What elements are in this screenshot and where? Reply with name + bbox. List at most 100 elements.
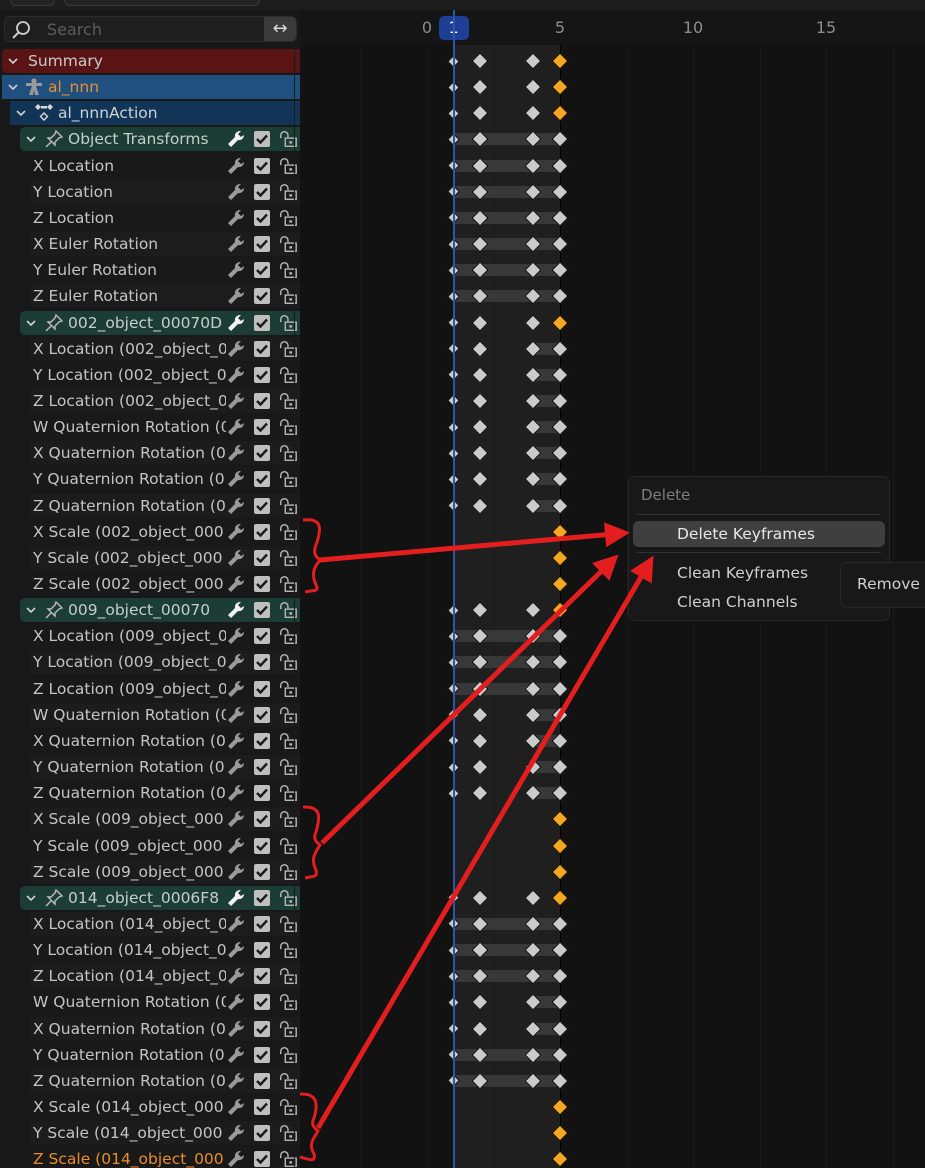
channel-row[interactable]: W Quaternion Rotation (0 [30,990,300,1015]
checkbox-icon[interactable] [252,862,272,882]
unlock-icon[interactable] [278,992,298,1012]
channel-row[interactable]: X Location [30,153,300,178]
checkbox-icon[interactable] [252,705,272,725]
unlock-icon[interactable] [278,1149,298,1168]
channel-row[interactable]: X Euler Rotation [30,232,300,257]
wrench-icon[interactable] [226,809,246,829]
playhead-line[interactable] [452,10,455,1168]
wrench-icon[interactable] [226,652,246,672]
channel-row[interactable]: X Location (014_object_0 [30,911,300,936]
chevron-down-icon[interactable] [24,891,38,905]
frame-ruler[interactable]: 0510151 [300,10,925,45]
checkbox-icon[interactable] [252,783,272,803]
checkbox-icon[interactable] [252,443,272,463]
checkbox-icon[interactable] [252,992,272,1012]
group-row[interactable]: 009_object_00070 [20,598,300,623]
unlock-icon[interactable] [278,365,298,385]
checkbox-icon[interactable] [252,548,272,568]
unlock-icon[interactable] [278,1097,298,1117]
wrench-icon[interactable] [226,469,246,489]
chevron-down-icon[interactable] [24,132,38,146]
unlock-icon[interactable] [278,208,298,228]
checkbox-icon[interactable] [252,1097,272,1117]
checkbox-icon[interactable] [252,1123,272,1143]
channel-row[interactable]: Z Scale (014_object_000 [30,1147,300,1168]
wrench-icon[interactable] [226,888,246,908]
wrench-icon[interactable] [226,731,246,751]
unlock-icon[interactable] [278,156,298,176]
channel-row[interactable]: Z Quaternion Rotation (0 [30,493,300,518]
wrench-icon[interactable] [226,156,246,176]
channel-row[interactable]: Y Location (009_object_0 [30,650,300,675]
unlock-icon[interactable] [278,313,298,333]
chevron-down-icon[interactable] [24,603,38,617]
unlock-icon[interactable] [278,783,298,803]
action-row[interactable]: al_nnnAction [10,101,300,126]
wrench-icon[interactable] [226,1071,246,1091]
search-field[interactable]: Search ↔ [4,16,297,42]
checkbox-icon[interactable] [252,260,272,280]
unlock-icon[interactable] [278,914,298,934]
wrench-icon[interactable] [226,1149,246,1168]
wrench-icon[interactable] [226,966,246,986]
unlock-icon[interactable] [278,862,298,882]
checkbox-icon[interactable] [252,914,272,934]
chevron-down-icon[interactable] [6,54,20,68]
wrench-icon[interactable] [226,600,246,620]
unlock-icon[interactable] [278,1123,298,1143]
checkbox-icon[interactable] [252,1149,272,1168]
wrench-icon[interactable] [226,783,246,803]
header-button[interactable] [10,0,55,6]
wrench-icon[interactable] [226,679,246,699]
header-button-group[interactable] [64,0,260,6]
unlock-icon[interactable] [278,286,298,306]
checkbox-icon[interactable] [252,156,272,176]
wrench-icon[interactable] [226,208,246,228]
channel-row[interactable]: Z Location (009_object_0 [30,676,300,701]
unlock-icon[interactable] [278,469,298,489]
wrench-icon[interactable] [226,417,246,437]
unlock-icon[interactable] [278,339,298,359]
channel-row[interactable]: X Quaternion Rotation (0 [30,728,300,753]
unlock-icon[interactable] [278,652,298,672]
wrench-icon[interactable] [226,1019,246,1039]
channel-row[interactable]: X Quaternion Rotation (0 [30,1016,300,1041]
checkbox-icon[interactable] [252,391,272,411]
checkbox-icon[interactable] [252,679,272,699]
channel-row[interactable]: Z Scale (009_object_000 [30,859,300,884]
channel-row[interactable]: W Quaternion Rotation (0 [30,415,300,440]
unlock-icon[interactable] [278,443,298,463]
checkbox-icon[interactable] [252,652,272,672]
unlock-icon[interactable] [278,626,298,646]
summary-row[interactable]: Summary [2,49,300,73]
channel-row[interactable]: X Quaternion Rotation (0 [30,441,300,466]
checkbox-icon[interactable] [252,574,272,594]
group-row[interactable]: 014_object_0006F8 [20,885,300,910]
checkbox-icon[interactable] [252,496,272,516]
wrench-icon[interactable] [226,339,246,359]
channel-row[interactable]: Y Location [30,179,300,204]
group-row[interactable]: Object Transforms [20,127,300,152]
wrench-icon[interactable] [226,862,246,882]
chevron-down-icon[interactable] [24,316,38,330]
channel-row[interactable]: Y Euler Rotation [30,258,300,283]
wrench-icon[interactable] [226,1045,246,1065]
channel-row[interactable]: Z Location [30,205,300,230]
checkbox-icon[interactable] [252,208,272,228]
checkbox-icon[interactable] [252,731,272,751]
checkbox-icon[interactable] [252,365,272,385]
checkbox-icon[interactable] [252,339,272,359]
checkbox-icon[interactable] [252,888,272,908]
channel-row[interactable]: Z Location (002_object_0 [30,388,300,413]
channel-row[interactable]: Z Location (014_object_0 [30,964,300,989]
channel-row[interactable]: X Scale (002_object_000 [30,519,300,544]
checkbox-icon[interactable] [252,966,272,986]
wrench-icon[interactable] [226,522,246,542]
wrench-icon[interactable] [226,574,246,594]
wrench-icon[interactable] [226,757,246,777]
menu-item-delete-keyframes[interactable]: Delete Keyframes [633,521,885,547]
checkbox-icon[interactable] [252,626,272,646]
unlock-icon[interactable] [278,1019,298,1039]
channel-row[interactable]: Y Quaternion Rotation (0 [30,467,300,492]
channel-row[interactable]: Y Location (014_object_0 [30,938,300,963]
